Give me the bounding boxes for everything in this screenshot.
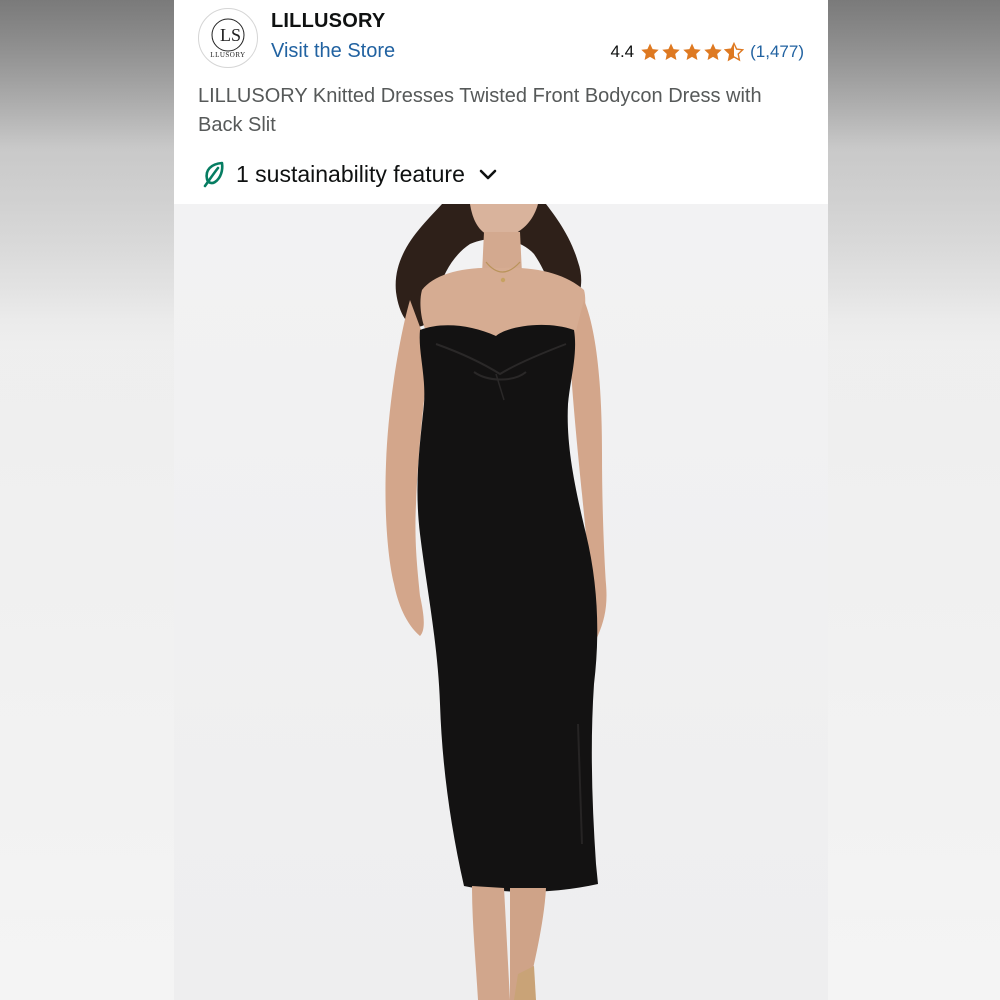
star-full-icon xyxy=(641,43,659,60)
sustainability-label: 1 sustainability feature xyxy=(236,160,465,187)
visit-store-link[interactable]: Visit the Store xyxy=(271,40,395,63)
star-half-icon xyxy=(724,42,745,62)
rating-summary[interactable]: 4.4 (1,477) xyxy=(610,42,804,62)
rating-value: 4.4 xyxy=(610,42,635,61)
sustainability-features-toggle[interactable]: 1 sustainability feature xyxy=(202,160,499,188)
product-image[interactable] xyxy=(174,204,828,1000)
product-header: LS LLUSORY LILLUSORY Visit the Store 4.4… xyxy=(174,0,828,204)
brand-monogram-icon: LS xyxy=(211,18,245,51)
rating-count-link[interactable]: (1,477) xyxy=(750,42,804,62)
star-full-icon xyxy=(662,43,680,60)
svg-text:LS: LS xyxy=(220,25,241,45)
product-photo-dress xyxy=(385,204,607,1000)
background-blur-left xyxy=(0,0,174,1000)
background-blur-right xyxy=(828,0,1000,1000)
brand-logo-wordmark: LLUSORY xyxy=(210,50,246,59)
chevron-down-icon xyxy=(479,169,497,180)
product-page: LS LLUSORY LILLUSORY Visit the Store 4.4… xyxy=(174,0,828,1000)
star-full-icon xyxy=(704,43,722,60)
star-rating xyxy=(640,42,745,62)
brand-logo[interactable]: LS LLUSORY xyxy=(198,8,258,68)
product-title: LILLUSORY Knitted Dresses Twisted Front … xyxy=(198,85,762,136)
star-full-icon xyxy=(683,43,701,60)
leaf-icon xyxy=(203,161,224,188)
brand-name: LILLUSORY xyxy=(271,10,386,32)
